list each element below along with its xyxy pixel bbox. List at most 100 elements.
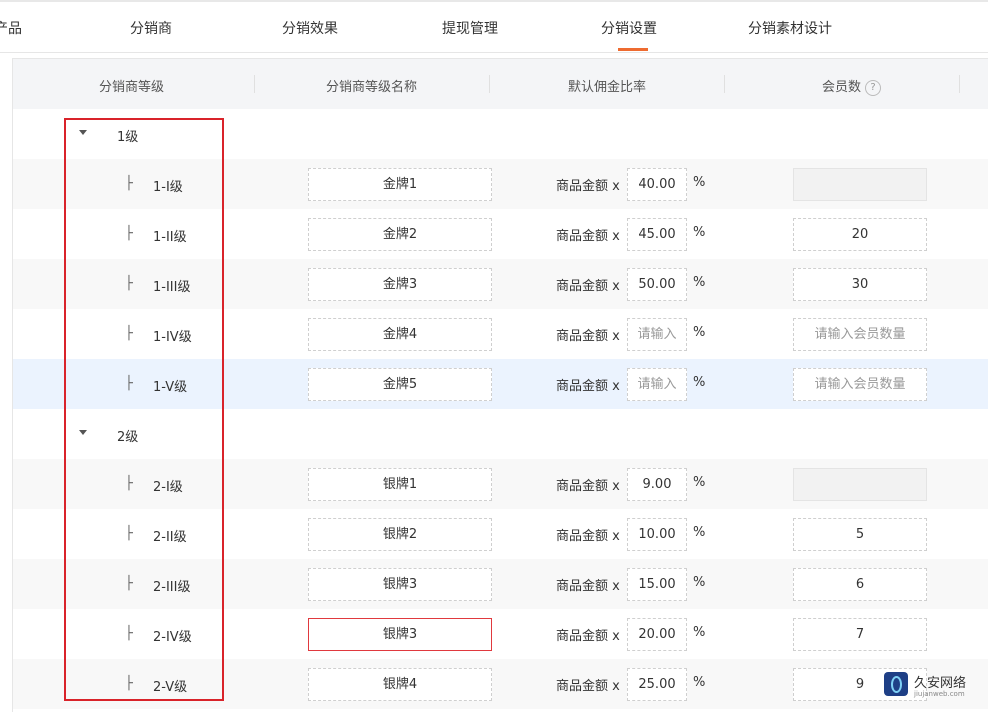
- rate-prefix: 商品金额 x: [556, 529, 620, 544]
- rate-prefix: 商品金额 x: [556, 679, 620, 694]
- member-count-input[interactable]: 7: [793, 618, 927, 651]
- rate-input[interactable]: 20.00: [627, 618, 687, 651]
- level-name-input[interactable]: 金牌2: [308, 218, 492, 251]
- level-label: 1-III级: [153, 280, 191, 295]
- member-count-input-disabled: [793, 168, 927, 201]
- level-label: 1-I级: [153, 180, 183, 195]
- percent-sign: %: [693, 175, 706, 190]
- header-divider: [724, 75, 725, 93]
- watermark-logo-icon: [884, 672, 908, 696]
- percent-sign: %: [693, 575, 706, 590]
- level-label: 2-IV级: [153, 630, 192, 645]
- rate-input[interactable]: 25.00: [627, 668, 687, 701]
- table-row: ├ 2-III级 银牌3 商品金额 x 15.00 % 6: [13, 559, 988, 609]
- rate-input[interactable]: 9.00: [627, 468, 687, 501]
- level-label: 1-II级: [153, 230, 187, 245]
- tree-branch-icon: ├: [125, 326, 133, 341]
- tree-branch-icon: ├: [125, 676, 133, 691]
- header-level-name: 分销商等级名称: [326, 80, 418, 95]
- level-name-input[interactable]: 金牌3: [308, 268, 492, 301]
- level-label: 1-IV级: [153, 330, 192, 345]
- rate-prefix: 商品金额 x: [556, 229, 620, 244]
- group-row-1: 1级: [13, 109, 988, 159]
- rate-input[interactable]: 45.00: [627, 218, 687, 251]
- table-row-hovered: ├ 1-V级 金牌5 商品金额 x 请输入 % 请输入会员数量: [13, 359, 988, 409]
- tree-branch-icon: ├: [125, 576, 133, 591]
- tree-branch-icon: ├: [125, 526, 133, 541]
- table-header: 分销商等级 分销商等级名称 默认佣金比率 会员数?: [13, 59, 988, 109]
- active-tab-indicator: [618, 48, 648, 51]
- rate-prefix: 商品金额 x: [556, 579, 620, 594]
- tab-material-design[interactable]: 分销素材设计: [748, 18, 832, 38]
- table-row: ├ 2-II级 银牌2 商品金额 x 10.00 % 5: [13, 509, 988, 559]
- level-name-input-error[interactable]: 银牌3: [308, 618, 492, 651]
- level-name-input[interactable]: 金牌5: [308, 368, 492, 401]
- group-label: 2级: [117, 430, 139, 445]
- member-count-input-disabled: [793, 468, 927, 501]
- header-level: 分销商等级: [99, 80, 165, 95]
- distributor-level-table: 分销商等级 分销商等级名称 默认佣金比率 会员数? 1级 ├ 1-I级 金牌1 …: [12, 58, 988, 712]
- member-count-input[interactable]: 30: [793, 268, 927, 301]
- level-label: 1-V级: [153, 380, 188, 395]
- level-label: 2-I级: [153, 480, 183, 495]
- member-count-input[interactable]: 请输入会员数量: [793, 368, 927, 401]
- table-row: ├ 2-IV级 银牌3 商品金额 x 20.00 % 7: [13, 609, 988, 659]
- rate-input[interactable]: 40.00: [627, 168, 687, 201]
- level-label: 2-V级: [153, 680, 188, 695]
- watermark: 久安网络 jiujanweb.com: [884, 668, 988, 708]
- tree-branch-icon: ├: [125, 176, 133, 191]
- tree-branch-icon: ├: [125, 376, 133, 391]
- level-name-input[interactable]: 金牌4: [308, 318, 492, 351]
- percent-sign: %: [693, 375, 706, 390]
- help-icon[interactable]: ?: [865, 80, 882, 96]
- rate-input[interactable]: 50.00: [627, 268, 687, 301]
- tree-branch-icon: ├: [125, 476, 133, 491]
- member-count-input[interactable]: 20: [793, 218, 927, 251]
- tab-products[interactable]: 产品: [0, 18, 22, 38]
- caret-down-icon[interactable]: [79, 430, 87, 435]
- rate-prefix: 商品金额 x: [556, 179, 620, 194]
- percent-sign: %: [693, 525, 706, 540]
- level-label: 2-II级: [153, 530, 187, 545]
- tree-branch-icon: ├: [125, 226, 133, 241]
- tree-branch-icon: ├: [125, 626, 133, 641]
- member-count-input[interactable]: 请输入会员数量: [793, 318, 927, 351]
- percent-sign: %: [693, 275, 706, 290]
- rate-input[interactable]: 15.00: [627, 568, 687, 601]
- level-label: 2-III级: [153, 580, 191, 595]
- rate-input[interactable]: 请输入: [627, 318, 687, 351]
- group-label: 1级: [117, 130, 139, 145]
- level-name-input[interactable]: 银牌1: [308, 468, 492, 501]
- group-row-2: 2级: [13, 409, 988, 459]
- member-count-input[interactable]: 6: [793, 568, 927, 601]
- rate-input[interactable]: 10.00: [627, 518, 687, 551]
- tab-distribution-effect[interactable]: 分销效果: [282, 18, 338, 38]
- rate-prefix: 商品金额 x: [556, 629, 620, 644]
- table-row: ├ 1-II级 金牌2 商品金额 x 45.00 % 20: [13, 209, 988, 259]
- rate-prefix: 商品金额 x: [556, 479, 620, 494]
- percent-sign: %: [693, 475, 706, 490]
- rate-input[interactable]: 请输入: [627, 368, 687, 401]
- table-row: ├ 1-III级 金牌3 商品金额 x 50.00 % 30: [13, 259, 988, 309]
- tab-distribution-settings[interactable]: 分销设置: [601, 18, 657, 38]
- member-count-input[interactable]: 5: [793, 518, 927, 551]
- header-rate: 默认佣金比率: [568, 80, 647, 95]
- tab-bar: 产品 分销商 分销效果 提现管理 分销设置 分销素材设计: [0, 2, 988, 53]
- table-row: ├ 2-V级 银牌4 商品金额 x 25.00 % 9: [13, 659, 988, 709]
- watermark-url: jiujanweb.com: [914, 690, 965, 698]
- watermark-name: 久安网络: [914, 676, 967, 691]
- level-name-input[interactable]: 银牌3: [308, 568, 492, 601]
- tab-withdrawal-management[interactable]: 提现管理: [442, 18, 498, 38]
- header-divider: [254, 75, 255, 93]
- header-divider: [489, 75, 490, 93]
- rate-prefix: 商品金额 x: [556, 279, 620, 294]
- level-name-input[interactable]: 银牌4: [308, 668, 492, 701]
- table-row: ├ 1-I级 金牌1 商品金额 x 40.00 %: [13, 159, 988, 209]
- tab-distributors[interactable]: 分销商: [130, 18, 172, 38]
- level-name-input[interactable]: 银牌2: [308, 518, 492, 551]
- level-name-input[interactable]: 金牌1: [308, 168, 492, 201]
- rate-prefix: 商品金额 x: [556, 329, 620, 344]
- tree-branch-icon: ├: [125, 276, 133, 291]
- percent-sign: %: [693, 625, 706, 640]
- caret-down-icon[interactable]: [79, 130, 87, 135]
